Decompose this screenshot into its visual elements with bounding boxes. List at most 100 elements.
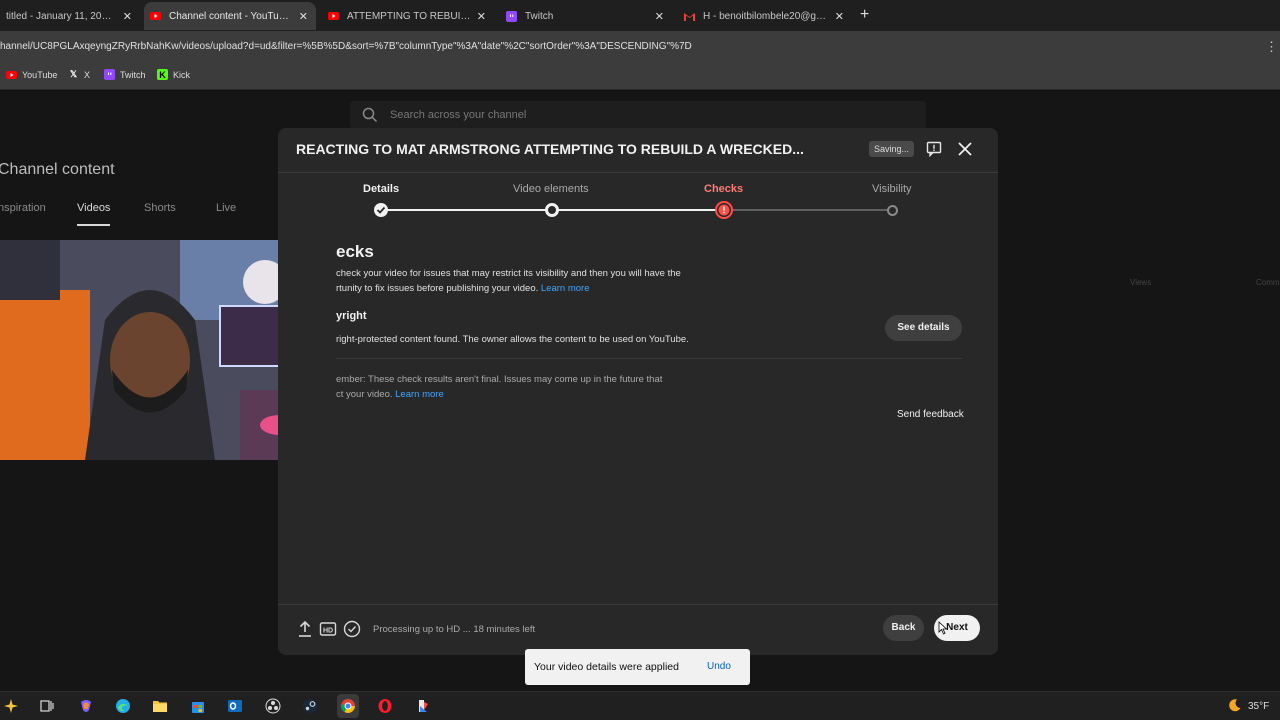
close-tab-icon[interactable]: ✕: [123, 10, 132, 23]
bookmark-label: YouTube: [22, 69, 58, 80]
url-field[interactable]: hannel/UC8PGLAxqeyngZRyRrbNahKw/videos/u…: [0, 41, 692, 52]
upload-dialog: REACTING TO MAT ARMSTRONG ATTEMPTING TO …: [278, 128, 998, 655]
tab-title: ATTEMPTING TO REBUILD A W: [347, 10, 471, 22]
learn-more-link[interactable]: Learn more: [541, 283, 590, 294]
obs-icon[interactable]: [264, 697, 282, 715]
tab-title: Channel content - YouTube Stu: [169, 10, 293, 22]
undo-button[interactable]: Undo: [707, 661, 731, 672]
copilot-icon[interactable]: [77, 697, 95, 715]
step-dot-pending: [887, 205, 898, 216]
file-explorer-icon[interactable]: [151, 697, 169, 715]
edge-icon[interactable]: [114, 697, 132, 715]
back-button[interactable]: Back: [883, 615, 924, 641]
warning-icon: [715, 201, 733, 219]
see-details-button[interactable]: See details: [885, 315, 962, 341]
weather-widget[interactable]: 35°F: [1228, 698, 1269, 715]
temperature: 35°F: [1248, 701, 1270, 712]
column-comments: Comm: [1256, 278, 1280, 287]
bookmark-youtube[interactable]: YouTube: [6, 69, 57, 80]
close-tab-icon[interactable]: ✕: [477, 10, 486, 23]
browser-tab-active[interactable]: Channel content - YouTube Stu ✕: [144, 2, 316, 30]
address-bar: hannel/UC8PGLAxqeyngZRyRrbNahKw/videos/u…: [0, 31, 1280, 62]
intro-text: check your video for issues that may res…: [336, 268, 681, 279]
divider: [278, 172, 998, 173]
bookmark-label: Twitch: [120, 69, 146, 80]
remember-text: ember: These check results aren't final.…: [336, 374, 663, 385]
copyright-text: right-protected content found. The owner…: [336, 334, 689, 345]
feedback-icon[interactable]: [926, 141, 942, 162]
close-tab-icon[interactable]: ✕: [835, 10, 844, 23]
remember-note: ember: These check results aren't final.…: [336, 372, 662, 402]
search-placeholder: Search across your channel: [390, 109, 527, 121]
task-view-icon[interactable]: [38, 697, 56, 715]
store-icon[interactable]: [189, 697, 207, 715]
browser-tab-bar: titled - January 11, 2026 at 1 ✕ Channel…: [0, 0, 1280, 31]
stepper-line-pending: [723, 209, 894, 211]
checks-intro: check your video for issues that may res…: [336, 266, 681, 296]
search-icon: [362, 107, 378, 123]
bookmark-kick[interactable]: K Kick: [157, 69, 190, 80]
processing-status: Processing up to HD ... 18 minutes left: [373, 624, 536, 635]
bookmark-x[interactable]: 𝕏 X: [68, 69, 90, 80]
bookmark-label: X: [84, 69, 91, 80]
new-tab-button[interactable]: +: [860, 6, 869, 24]
browser-tab[interactable]: H - benoitbilombele20@gmail. ✕: [678, 2, 852, 30]
tab-title: titled - January 11, 2026 at 1: [6, 10, 117, 22]
browser-menu-icon[interactable]: ⋮: [1265, 39, 1278, 55]
browser-tab[interactable]: Twitch ✕: [500, 2, 672, 30]
step-details[interactable]: Details: [363, 183, 399, 195]
page-title: Channel content: [0, 161, 115, 178]
close-tab-icon[interactable]: ✕: [299, 10, 308, 23]
close-dialog-icon[interactable]: [956, 140, 974, 158]
intro-text: rtunity to fix issues before publishing …: [336, 283, 539, 294]
youtube-icon: [328, 11, 339, 22]
snackbar-message: Your video details were applied: [534, 661, 679, 673]
mouse-cursor-icon: [938, 621, 948, 640]
hd-icon: HD: [319, 620, 337, 643]
bookmark-label: Kick: [173, 69, 191, 80]
youtube-icon: [6, 69, 17, 80]
browser-tab[interactable]: ATTEMPTING TO REBUILD A W ✕: [322, 2, 494, 30]
copyright-heading: yright: [336, 310, 367, 322]
outlook-icon[interactable]: [226, 697, 244, 715]
checks-heading: ecks: [336, 242, 374, 261]
taskbar: 35°F: [0, 691, 1280, 720]
checkmark-icon: [374, 203, 388, 217]
step-video-elements[interactable]: Video elements: [513, 183, 589, 195]
column-views: Views: [1130, 278, 1152, 287]
snackbar: Your video details were applied Undo: [525, 649, 750, 685]
bookmark-twitch[interactable]: Twitch: [104, 69, 146, 80]
x-icon: 𝕏: [69, 69, 78, 79]
step-visibility[interactable]: Visibility: [872, 183, 912, 195]
divider: [278, 604, 998, 605]
remember-text: ct your video.: [336, 389, 393, 400]
kick-icon: K: [157, 69, 168, 80]
tab-videos[interactable]: Videos: [77, 202, 111, 226]
learn-more-link[interactable]: Learn more: [395, 389, 444, 400]
saving-badge: Saving...: [869, 141, 915, 157]
tab-live[interactable]: Live: [216, 202, 236, 214]
chrome-icon[interactable]: [337, 694, 359, 718]
dialog-title: REACTING TO MAT ARMSTRONG ATTEMPTING TO …: [296, 141, 804, 157]
gmail-icon: [684, 11, 695, 22]
tab-inspiration[interactable]: nspiration: [0, 202, 46, 214]
youtube-studio-icon: [150, 11, 161, 22]
opera-icon[interactable]: [376, 697, 394, 715]
step-dot-complete: [545, 203, 559, 217]
tab-title: H - benoitbilombele20@gmail.: [703, 10, 829, 22]
twitch-icon: [104, 69, 115, 80]
svg-text:HD: HD: [323, 628, 333, 635]
tab-shorts[interactable]: Shorts: [144, 202, 176, 214]
check-circle-icon: [343, 620, 361, 643]
step-checks[interactable]: Checks: [704, 183, 743, 195]
app-icon[interactable]: [414, 697, 432, 715]
twitch-icon: [506, 10, 517, 22]
close-tab-icon[interactable]: ✕: [655, 10, 664, 23]
copilot-sparkle-icon[interactable]: [2, 697, 20, 715]
browser-tab[interactable]: titled - January 11, 2026 at 1 ✕: [0, 2, 140, 30]
studio-search-bar[interactable]: Search across your channel: [350, 101, 926, 129]
steam-icon[interactable]: [301, 697, 319, 715]
send-feedback-link[interactable]: Send feedback: [897, 409, 964, 420]
screen: titled - January 11, 2026 at 1 ✕ Channel…: [0, 0, 1280, 720]
tab-title: Twitch: [525, 10, 554, 22]
